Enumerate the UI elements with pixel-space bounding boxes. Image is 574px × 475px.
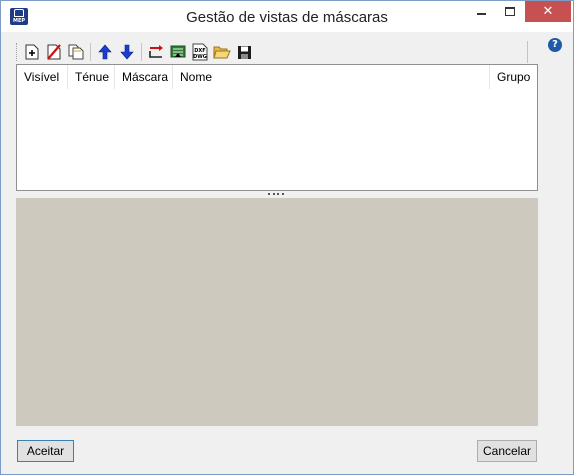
move-down-icon (120, 44, 134, 60)
table-header: Visível Ténue Máscara Nome Grupo (17, 65, 537, 89)
splitter-handle[interactable] (268, 192, 284, 196)
move-down-button[interactable] (117, 42, 137, 62)
dwg-label: DWG (193, 54, 207, 60)
copy-icon (68, 44, 84, 60)
column-header-mask[interactable]: Máscara (115, 65, 173, 89)
assign-icon (149, 45, 163, 58)
help-icon[interactable]: ? (548, 38, 562, 52)
toolbar-end-line (527, 41, 528, 63)
column-header-faint[interactable]: Ténue (68, 65, 115, 89)
maximize-button[interactable] (496, 1, 523, 22)
open-folder-icon (213, 46, 231, 59)
import-icon (170, 45, 186, 58)
save-icon (237, 45, 251, 59)
new-button[interactable] (22, 42, 42, 62)
copy-button[interactable] (66, 42, 86, 62)
move-up-icon (98, 44, 112, 60)
accept-button[interactable]: Aceitar (17, 440, 74, 462)
close-icon: ✕ (542, 4, 554, 19)
title-bar[interactable]: MEP Gestão de vistas de máscaras ✕ (1, 1, 573, 32)
toolbar: DXF DWG (16, 41, 540, 63)
cancel-button[interactable]: Cancelar (477, 440, 537, 462)
new-icon (25, 44, 39, 60)
toolbar-grip[interactable] (16, 43, 19, 61)
toolbar-separator (90, 43, 91, 61)
dialog-window: MEP Gestão de vistas de máscaras ✕ DXF D… (0, 0, 574, 475)
toolbar-separator (141, 43, 142, 61)
close-button[interactable]: ✕ (525, 1, 571, 22)
column-header-name[interactable]: Nome (173, 65, 490, 89)
delete-button[interactable] (44, 42, 64, 62)
minimize-icon (477, 12, 486, 15)
delete-icon (47, 44, 61, 60)
column-header-visible[interactable]: Visível (17, 65, 68, 89)
maximize-icon (504, 7, 515, 16)
minimize-button[interactable] (468, 1, 495, 22)
dxf-dwg-icon: DXF DWG (192, 43, 208, 61)
import-button[interactable] (168, 42, 188, 62)
assign-button[interactable] (146, 42, 166, 62)
save-button[interactable] (234, 42, 254, 62)
dxf-dwg-button[interactable]: DXF DWG (190, 42, 210, 62)
mask-views-table[interactable]: Visível Ténue Máscara Nome Grupo (16, 64, 538, 191)
move-up-button[interactable] (95, 42, 115, 62)
open-folder-button[interactable] (212, 42, 232, 62)
column-header-group[interactable]: Grupo (490, 65, 537, 89)
preview-panel (16, 198, 538, 426)
